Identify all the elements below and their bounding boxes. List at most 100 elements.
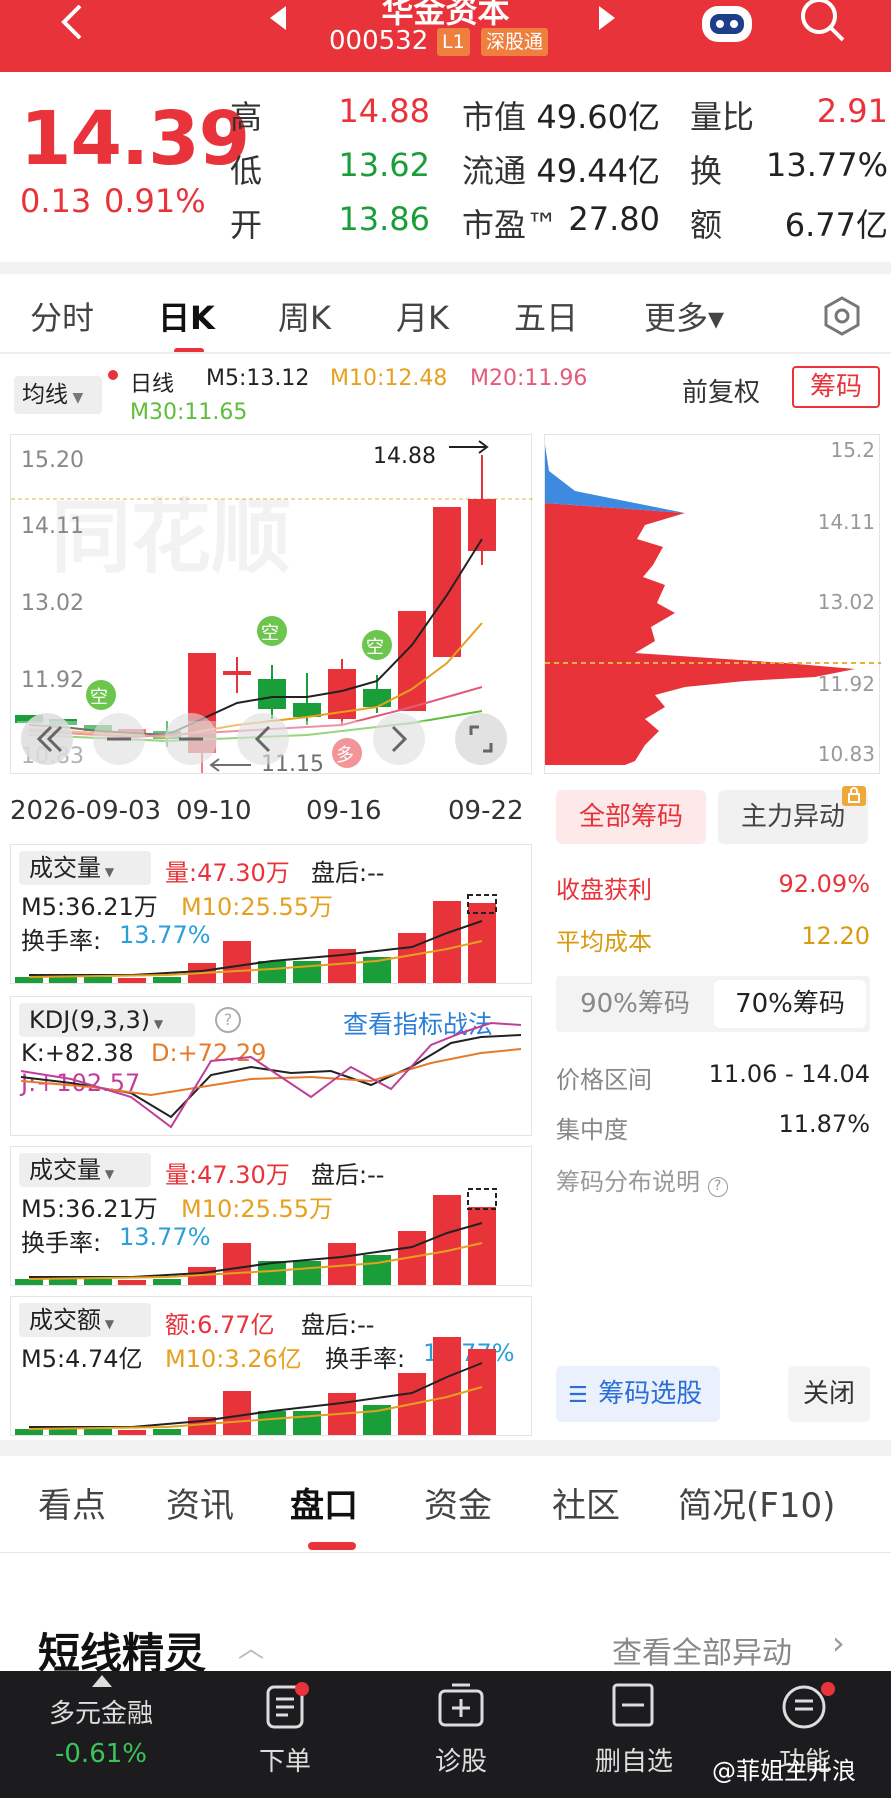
chip-y-tick: 15.2	[830, 438, 875, 462]
zoom-in-icon[interactable]	[165, 713, 217, 765]
kline-chart[interactable]: 同花顺 15.20 14.11 13.02 11.92 10.83	[10, 434, 533, 777]
tab-weekly-k[interactable]: 周K	[278, 293, 331, 339]
stock-code: 000532	[329, 26, 429, 56]
prev-stock-icon[interactable]	[268, 6, 288, 34]
low-value: 13.62	[338, 146, 430, 184]
tab-community[interactable]: 社区	[552, 1478, 620, 1527]
short-signal-text: 空	[261, 623, 279, 644]
fullscreen-icon[interactable]	[455, 713, 507, 765]
open-value: 13.86	[338, 200, 430, 238]
x-tick: 2026-09-03	[10, 796, 162, 826]
mcap-label: 市值	[462, 98, 527, 136]
divider	[0, 1552, 891, 1553]
last-price: 14.39	[20, 96, 250, 182]
tab-news[interactable]: 资讯	[166, 1478, 234, 1527]
x-tick: 09-22	[448, 796, 524, 826]
kdj-lines	[20, 1021, 522, 1129]
price-range-label: 价格区间	[556, 1066, 652, 1094]
active-tab-indicator	[308, 1542, 356, 1550]
high-marker-label: 14.88	[373, 444, 436, 469]
order-icon[interactable]	[262, 1681, 310, 1735]
tab-f10[interactable]: 简况(F10)	[678, 1478, 835, 1527]
connect-badge: 深股通	[481, 28, 549, 56]
next-stock-icon[interactable]	[597, 6, 617, 34]
ma5-value: M5:13.12	[206, 366, 310, 391]
tab-90-chips[interactable]: 90%筹码	[560, 980, 710, 1028]
scroll-left-icon[interactable]	[237, 713, 289, 765]
kline-svg: 同花顺 15.20 14.11 13.02 11.92 10.83	[11, 440, 533, 777]
search-icon[interactable]	[797, 0, 847, 48]
float-label: 流通	[462, 152, 527, 190]
chips-toggle-button[interactable]: 筹码	[792, 366, 880, 408]
ma-mode-label: 均线	[22, 382, 68, 408]
tab-order-book[interactable]: 盘口	[290, 1478, 358, 1527]
help-icon: ?	[707, 1177, 728, 1197]
level-badge: L1	[437, 28, 470, 56]
y-tick: 13.02	[21, 591, 84, 616]
close-chips-button[interactable]: 关闭	[788, 1366, 870, 1422]
tab-highlights[interactable]: 看点	[38, 1478, 106, 1527]
pe-label: 市盈™	[462, 206, 559, 244]
back-icon[interactable]	[54, 2, 90, 52]
collapse-icon[interactable]: ︿	[238, 1628, 264, 1665]
ma-mode-select[interactable]: 均线 ▼	[14, 376, 102, 414]
tab-monthly-k[interactable]: 月K	[396, 293, 449, 339]
adjust-select[interactable]: 前复权	[682, 372, 760, 409]
kdj-panel: KDJ(9,3,3) ▼ ? 查看指标战法 K:+82.38 D:+72.29 …	[10, 996, 532, 1136]
settings-icon[interactable]	[822, 296, 862, 340]
amount-bars	[15, 1337, 496, 1435]
chip-y-tick: 13.02	[818, 590, 875, 614]
tab-70-chips[interactable]: 70%筹码	[714, 980, 866, 1028]
amount-value: 6.77亿	[784, 206, 888, 244]
remove-watchlist-icon[interactable]	[610, 1681, 656, 1733]
volume-bars	[15, 1188, 497, 1285]
x-tick: 09-16	[306, 796, 382, 826]
concentration-value: 11.87%	[778, 1110, 870, 1138]
divider	[0, 262, 891, 274]
chip-y-tick: 11.92	[818, 672, 875, 696]
chip-select-button[interactable]: ☰ 筹码选股	[556, 1366, 720, 1422]
chip-explain-text: 筹码分布说明	[556, 1168, 700, 1196]
high-label: 高	[230, 98, 263, 136]
caret-up-icon	[92, 1675, 112, 1687]
candle	[433, 507, 461, 657]
chip-explain-link[interactable]: 筹码分布说明 ?	[556, 1162, 728, 1197]
price-range-value: 11.06 - 14.04	[708, 1060, 870, 1088]
chip-profile	[545, 445, 855, 765]
order-label[interactable]: 下单	[240, 1741, 330, 1778]
function-icon[interactable]	[780, 1681, 836, 1735]
weibo-watermark: @菲姐主升浪	[712, 1757, 856, 1785]
diagnose-label[interactable]: 诊股	[416, 1741, 506, 1778]
remove-watchlist-label[interactable]: 删自选	[586, 1741, 682, 1778]
ma10-value: M10:12.48	[330, 366, 448, 391]
divider	[0, 352, 891, 354]
lock-icon	[842, 786, 866, 806]
turnover-value: 13.77%	[765, 146, 888, 184]
chevron-right-icon[interactable]: ›	[832, 1624, 845, 1662]
open-label: 开	[230, 206, 263, 244]
robot-icon[interactable]	[698, 0, 756, 48]
tab-intraday[interactable]: 分时	[30, 293, 94, 339]
tab-daily-k[interactable]: 日K	[158, 293, 215, 339]
divider	[0, 1440, 891, 1456]
avg-cost-label: 平均成本	[556, 928, 652, 956]
candle	[398, 611, 426, 711]
scroll-right-icon[interactable]	[373, 713, 425, 765]
tab-more[interactable]: 更多▾	[644, 293, 724, 339]
sector-change: -0.61%	[55, 1739, 147, 1769]
y-tick: 14.11	[21, 514, 84, 539]
zoom-out-icon[interactable]	[93, 713, 145, 765]
tab-all-chips[interactable]: 全部筹码	[556, 790, 706, 844]
tab-funds[interactable]: 资金	[424, 1478, 492, 1527]
volume-ratio-value: 2.91	[816, 92, 888, 130]
volume-ratio-label: 量比	[690, 98, 755, 136]
diagnose-icon[interactable]	[436, 1681, 486, 1735]
sector-name[interactable]: 多元金融	[30, 1693, 172, 1730]
tab-five-day[interactable]: 五日	[514, 293, 578, 339]
short-signal-text: 空	[366, 637, 384, 658]
y-tick: 15.20	[21, 448, 84, 473]
scroll-first-icon[interactable]	[21, 713, 73, 765]
avg-cost-value: 12.20	[801, 922, 870, 950]
view-all-alerts-link[interactable]: 查看全部异动	[612, 1628, 792, 1672]
concentration-label: 集中度	[556, 1116, 628, 1144]
